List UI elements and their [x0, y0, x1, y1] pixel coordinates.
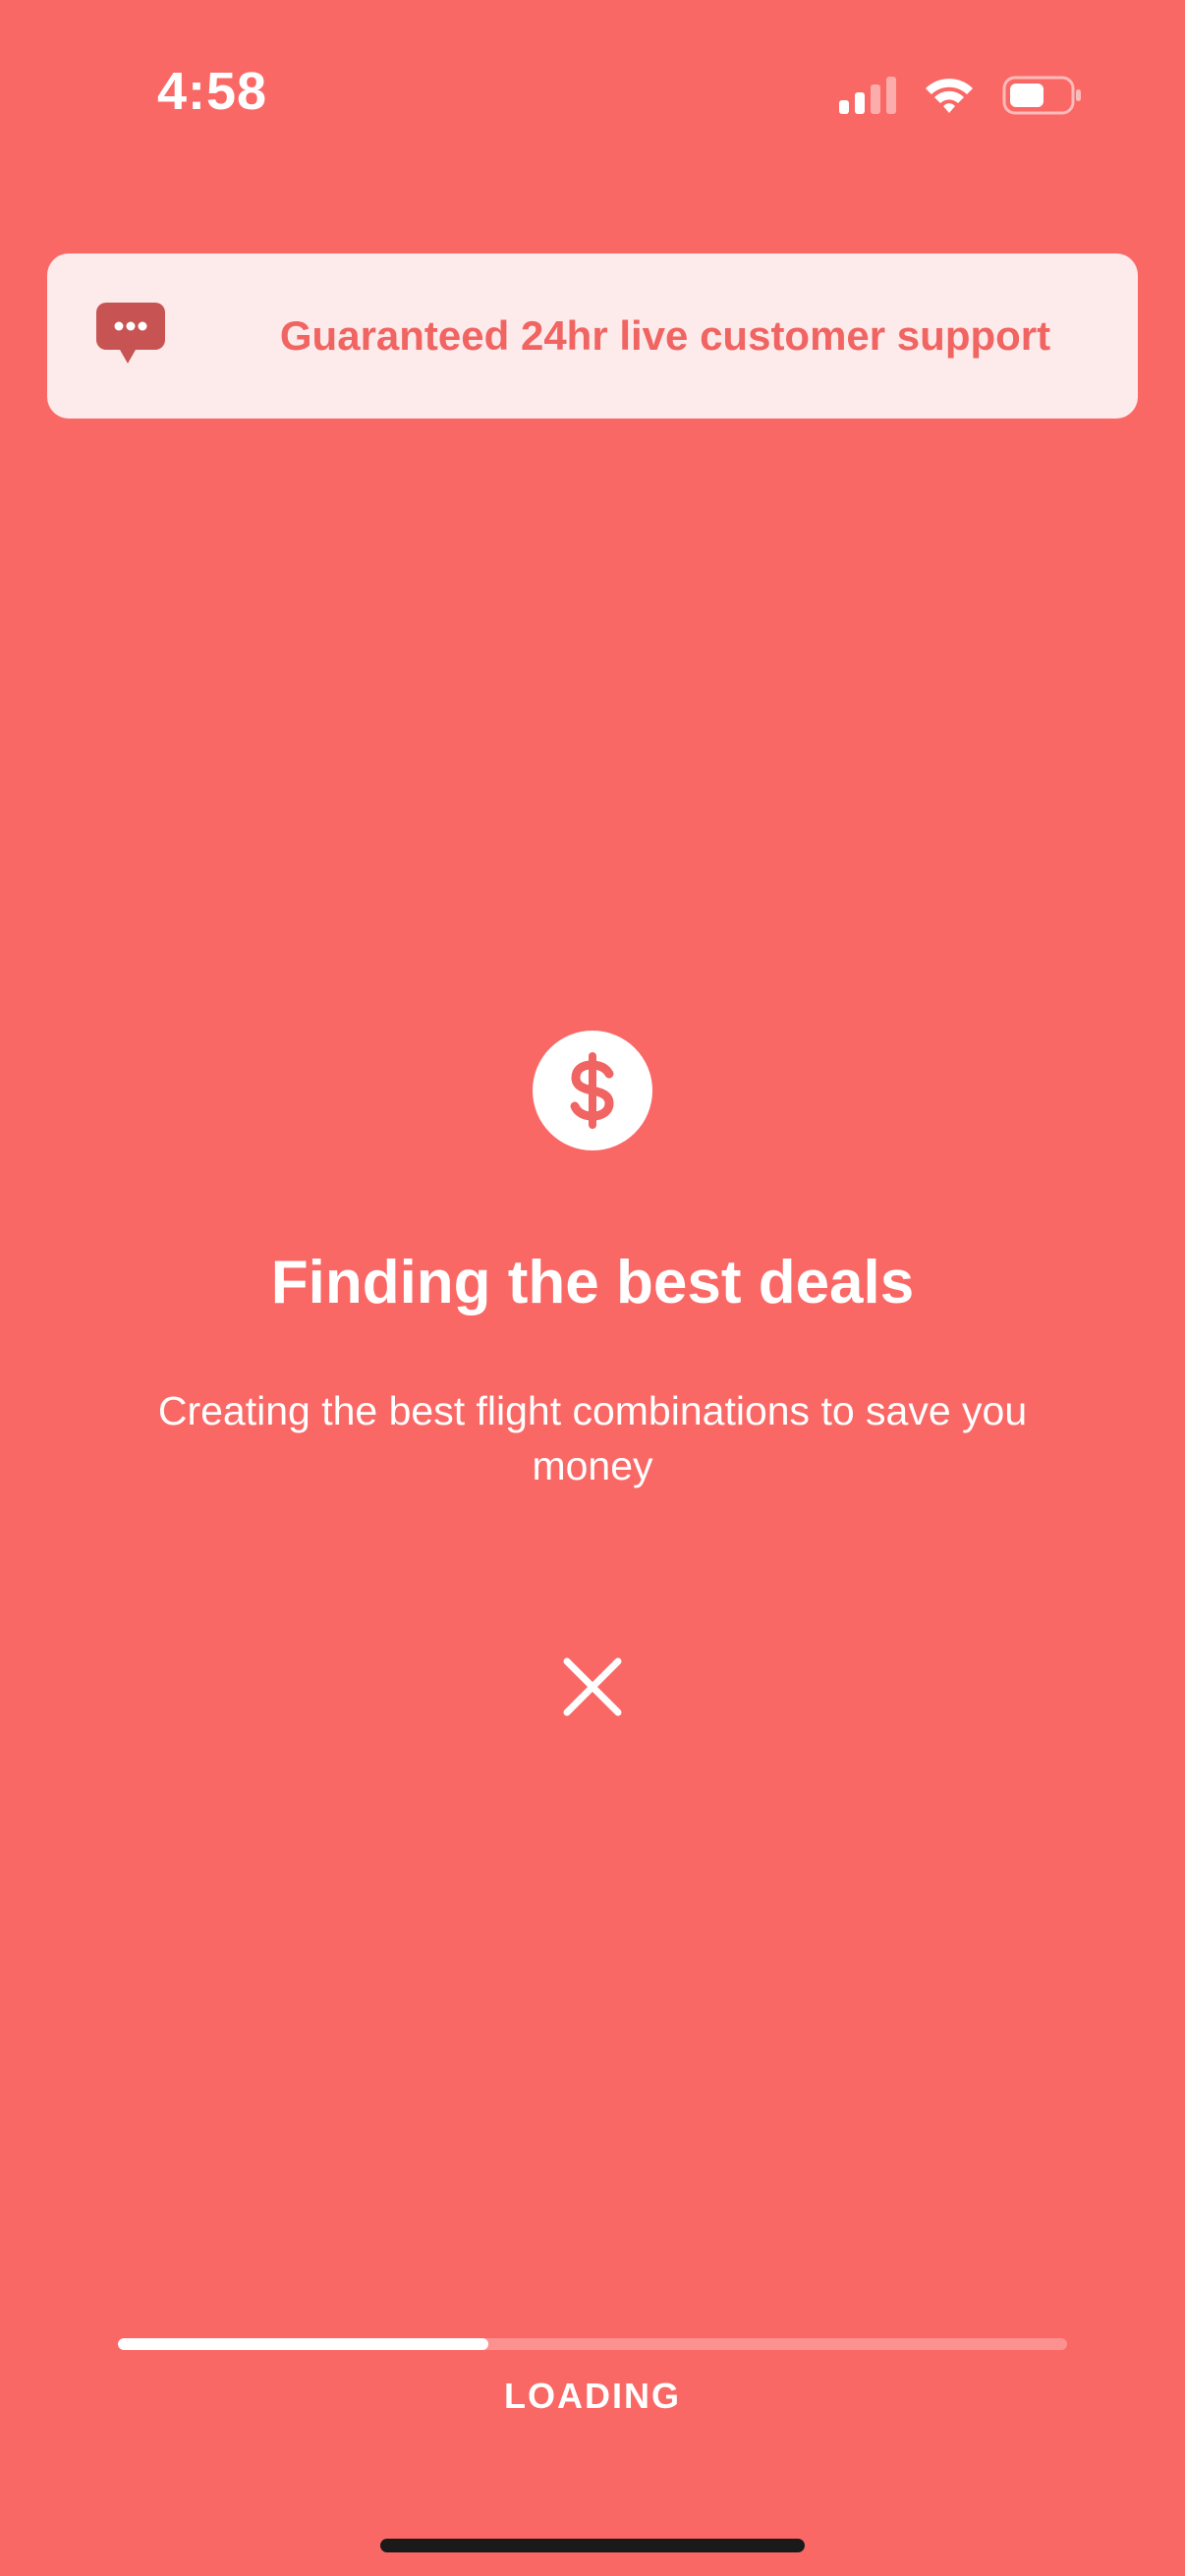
chat-bubble-icon [96, 303, 165, 364]
status-icons [839, 71, 1083, 120]
support-banner[interactable]: Guaranteed 24hr live customer support [47, 253, 1138, 419]
support-banner-text: Guaranteed 24hr live customer support [279, 312, 1051, 359]
progress-label: LOADING [504, 2376, 681, 2416]
progress-bar-fill [118, 2338, 488, 2350]
dollar-icon [570, 1052, 614, 1129]
status-time: 4:58 [157, 62, 268, 121]
close-button[interactable] [553, 1648, 632, 1726]
cellular-signal-icon [839, 77, 896, 114]
close-icon [563, 1657, 622, 1716]
progress-bar [118, 2338, 1067, 2350]
wifi-icon [926, 79, 973, 113]
dollar-badge [533, 1031, 652, 1150]
battery-icon [1002, 76, 1081, 115]
loading-title: Finding the best deals [270, 1249, 915, 1316]
status-bar: 4:58 [0, 0, 1185, 147]
home-indicator[interactable] [380, 2539, 805, 2552]
loading-subtitle: Creating the best flight combinations to… [157, 1388, 1028, 1488]
